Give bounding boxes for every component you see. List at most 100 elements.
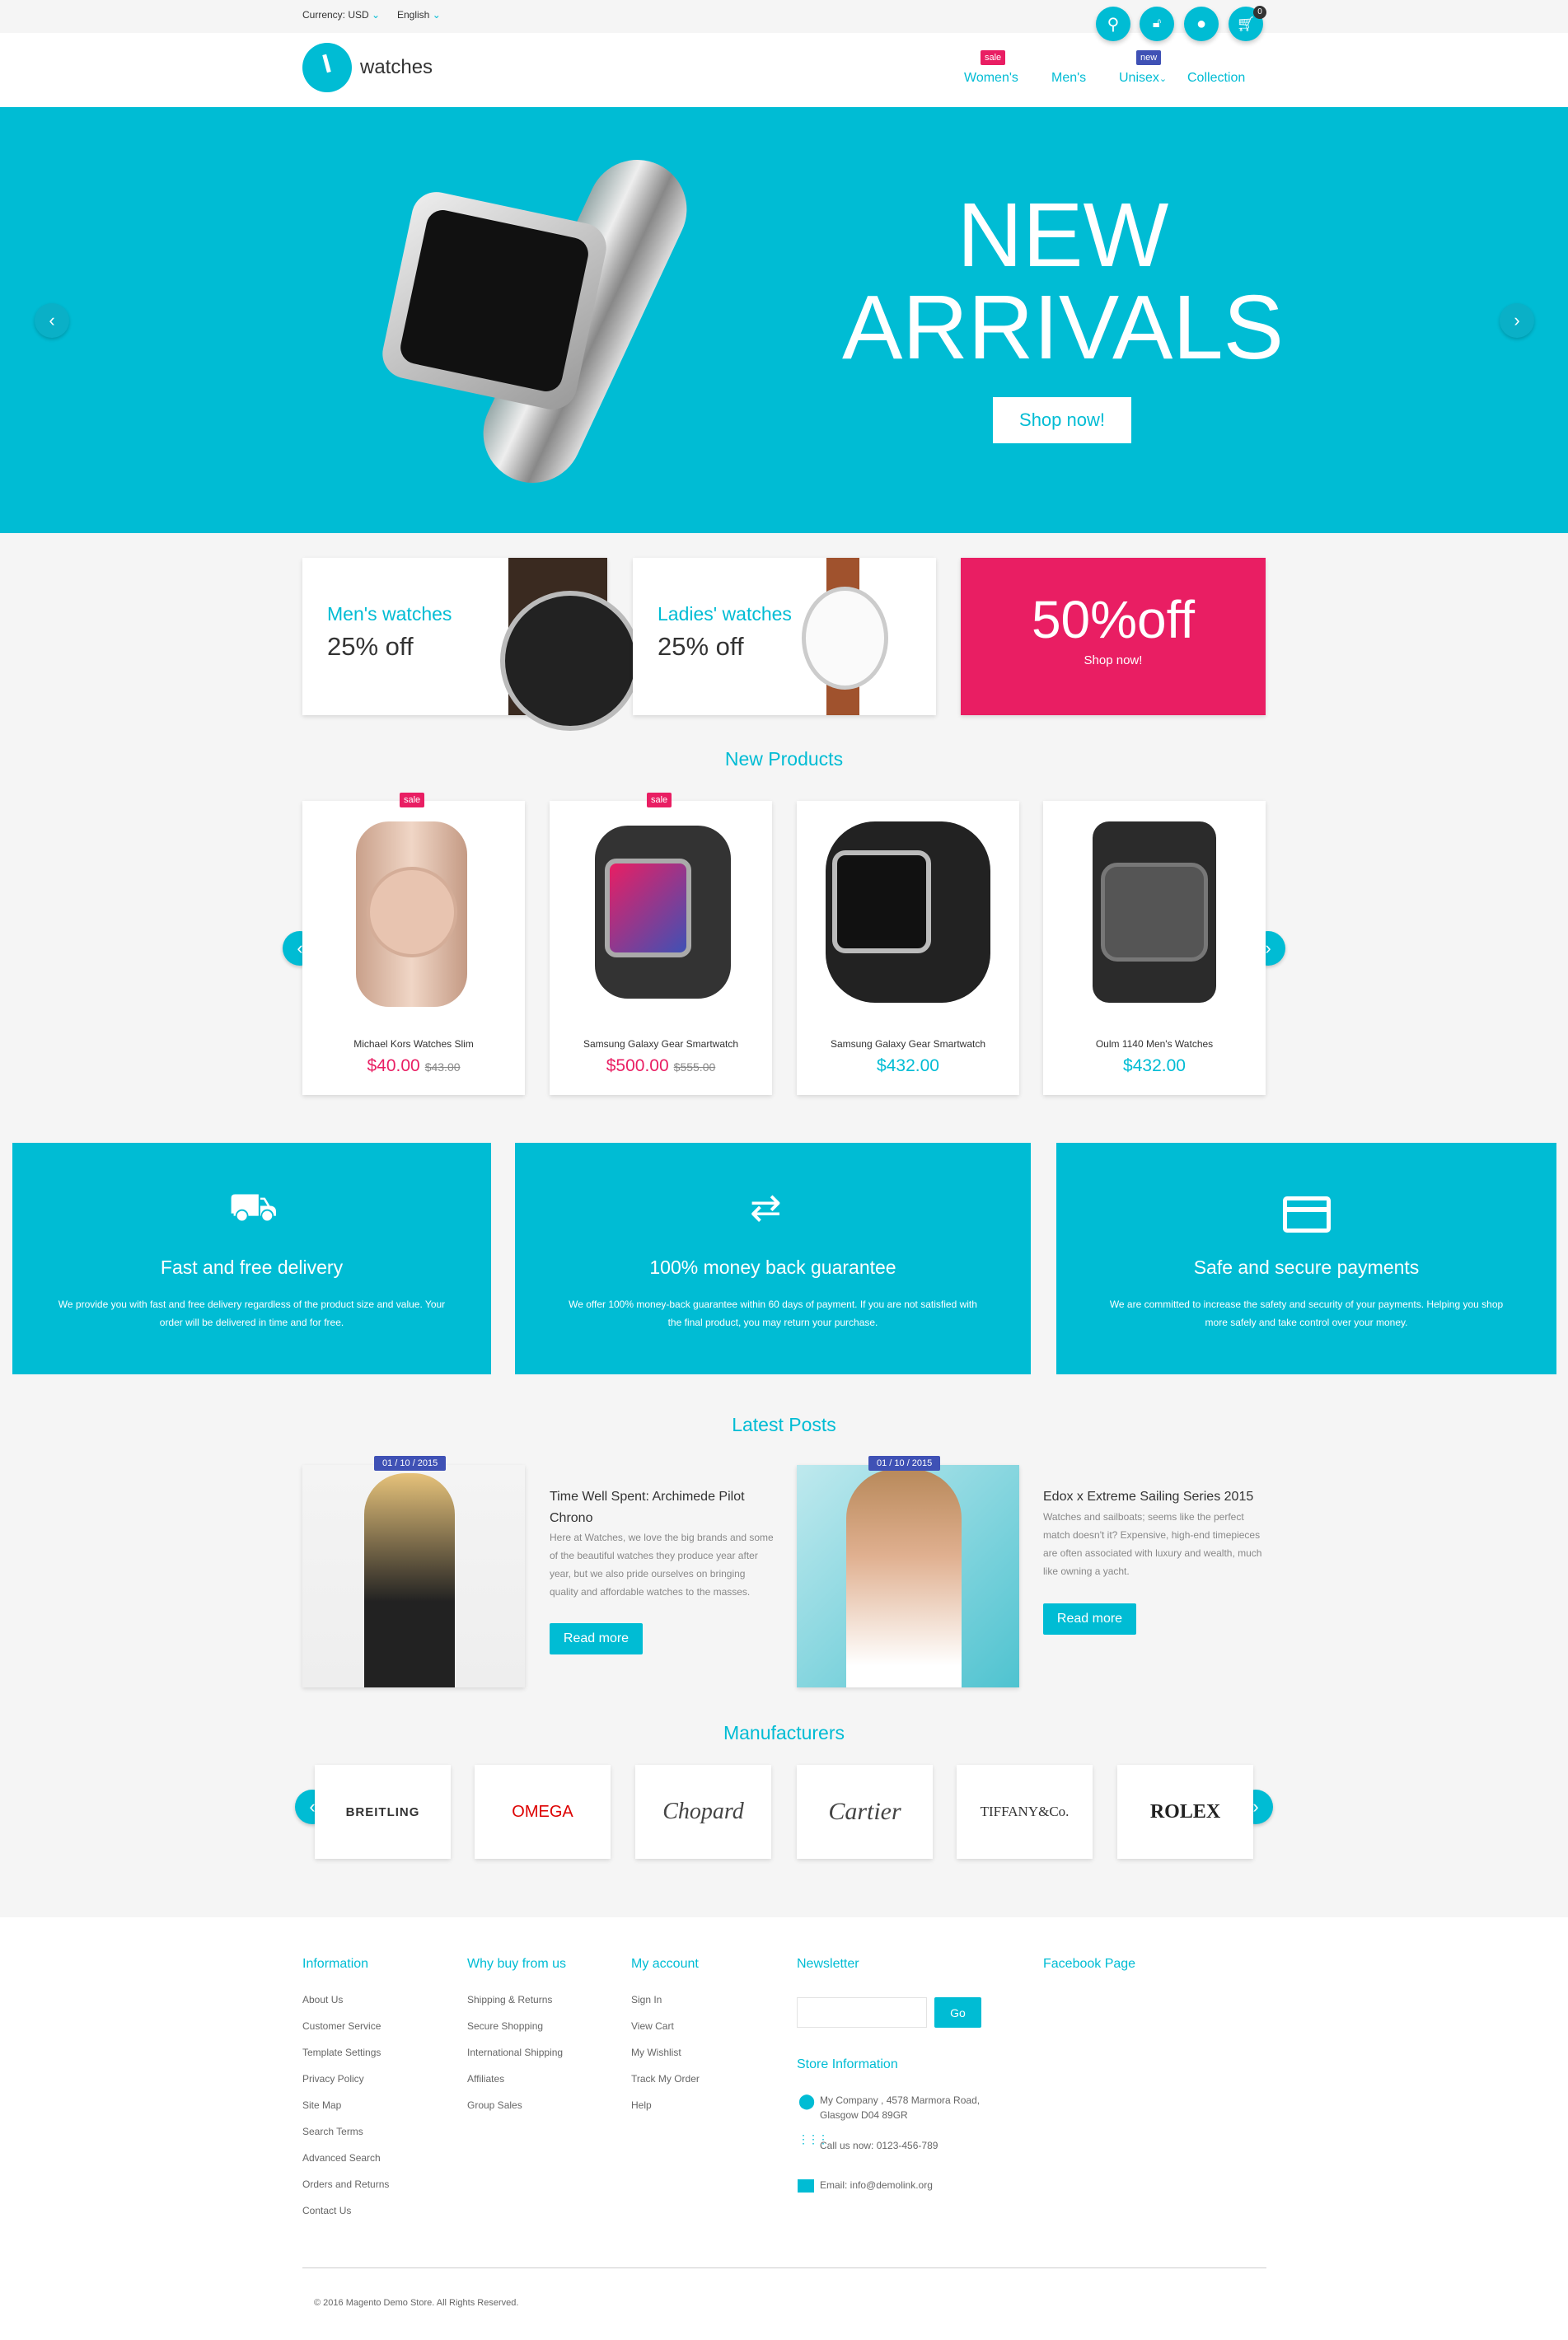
hero-line-1: NEW xyxy=(957,185,1169,286)
brand-name: Chopard xyxy=(662,1799,744,1824)
promo-sale[interactable]: 50%off Shop now! xyxy=(961,558,1266,715)
promo-sub: 25% off xyxy=(327,632,414,661)
logo-icon[interactable] xyxy=(302,43,352,92)
footer-link[interactable]: Site Map xyxy=(302,2099,389,2126)
footer-link[interactable]: Shipping & Returns xyxy=(467,1994,563,2020)
search-button[interactable]: ⚲ xyxy=(1096,7,1130,41)
brand-name: TIFFANY&Co. xyxy=(980,1804,1070,1819)
shop-now-button[interactable]: Shop now! xyxy=(993,397,1131,443)
hero-prev-arrow[interactable]: ‹ xyxy=(35,303,69,338)
product-card[interactable]: sale Samsung Galaxy Gear Smartwatch $500… xyxy=(550,793,772,1095)
footer-link[interactable]: Search Terms xyxy=(302,2126,389,2152)
store-phone: Call us now: 0123-456-789 xyxy=(820,2140,938,2151)
footer-link[interactable]: Contact Us xyxy=(302,2205,389,2231)
product-price: $432.00 xyxy=(1123,1056,1186,1075)
logo-text[interactable]: watches xyxy=(360,56,433,79)
promo-ladies[interactable]: Ladies' watches 25% off xyxy=(633,558,936,715)
footer-link[interactable]: My Wishlist xyxy=(631,2047,700,2073)
footer-link[interactable]: Group Sales xyxy=(467,2099,563,2126)
footer-divider xyxy=(302,2267,1266,2268)
product-price: $40.00 $43.00 xyxy=(302,1056,525,1076)
footer-link[interactable]: Sign In xyxy=(631,1994,700,2020)
brand-logo[interactable]: Cartier xyxy=(797,1765,933,1859)
footer-link[interactable]: Template Settings xyxy=(302,2047,389,2073)
brand-logo[interactable]: BREITLING xyxy=(315,1765,451,1859)
promo-sale-sub: Shop now! xyxy=(1084,653,1143,667)
footer-heading: My account xyxy=(631,1957,699,1971)
product-name[interactable]: Michael Kors Watches Slim xyxy=(302,1038,525,1050)
product-price: $500.00 $555.00 xyxy=(550,1056,772,1076)
promo-title: Men's watches xyxy=(327,603,452,625)
newsletter-go-button[interactable]: Go xyxy=(934,1997,981,2028)
footer-link[interactable]: About Us xyxy=(302,1994,389,2020)
nav-unisex[interactable]: Unisex⌄ xyxy=(1119,71,1167,86)
footer-link[interactable]: Advanced Search xyxy=(302,2152,389,2179)
hero-line-2: ARRIVALS xyxy=(842,277,1284,378)
mens-watch-image xyxy=(500,558,640,731)
footer-heading: Facebook Page xyxy=(1043,1957,1136,1971)
currency-switcher[interactable]: Currency: USD ⌄ xyxy=(302,9,380,21)
post-image[interactable] xyxy=(797,1465,1019,1687)
brand-name: BREITLING xyxy=(345,1804,420,1819)
post-text: Watches and sailboats; seems like the pe… xyxy=(1043,1511,1262,1577)
post-title[interactable]: Time Well Spent: Archimede Pilot Chrono xyxy=(550,1486,776,1529)
footer-link[interactable]: Help xyxy=(631,2099,700,2126)
manufacturers-title: Manufacturers xyxy=(723,1722,845,1743)
feature-payments: Safe and secure payments We are committe… xyxy=(1056,1143,1556,1374)
brand-name: ROLEX xyxy=(1149,1800,1221,1823)
product-price: $432.00 xyxy=(877,1056,939,1075)
footer: Information About Us Customer Service Te… xyxy=(0,1917,1568,2340)
product-name[interactable]: Oulm 1140 Men's Watches xyxy=(1043,1038,1266,1050)
footer-link[interactable]: View Cart xyxy=(631,2020,700,2047)
product-card[interactable]: Oulm 1140 Men's Watches $432.00 xyxy=(1043,801,1266,1095)
nav-collection[interactable]: Collection xyxy=(1187,71,1245,86)
footer-heading: Newsletter xyxy=(797,1957,859,1971)
read-more-button[interactable]: Read more xyxy=(550,1623,643,1654)
hero-slider: ‹ › NEW ARRIVALS Shop now! xyxy=(0,107,1568,533)
hero-next-arrow[interactable]: › xyxy=(1500,303,1534,338)
product-name[interactable]: Samsung Galaxy Gear Smartwatch xyxy=(550,1038,772,1050)
feature-text: We provide you with fast and free delive… xyxy=(58,1299,446,1328)
footer-link[interactable]: Orders and Returns xyxy=(302,2179,389,2205)
brand-logo[interactable]: TIFFANY&Co. xyxy=(957,1765,1093,1859)
hero-watch-image xyxy=(377,143,717,499)
brand-logo[interactable]: ROLEX xyxy=(1117,1765,1253,1859)
product-card[interactable]: Samsung Galaxy Gear Smartwatch $432.00 xyxy=(797,801,1019,1095)
language-switcher[interactable]: English ⌄ xyxy=(397,9,441,21)
footer-link[interactable]: Customer Service xyxy=(302,2020,389,2047)
brand-logo[interactable]: Chopard xyxy=(635,1765,771,1859)
sale-badge: sale xyxy=(647,793,672,807)
old-price: $555.00 xyxy=(673,1060,716,1074)
product-card[interactable]: sale Michael Kors Watches Slim $40.00 $43… xyxy=(302,793,525,1095)
account-button[interactable]: ● xyxy=(1184,7,1219,41)
newsletter-email-input[interactable] xyxy=(797,1997,927,2028)
footer-link[interactable]: Track My Order xyxy=(631,2073,700,2099)
sale-price: $40.00 xyxy=(367,1056,420,1075)
read-more-button[interactable]: Read more xyxy=(1043,1603,1136,1635)
post-image[interactable] xyxy=(302,1465,525,1687)
sale-price: $500.00 xyxy=(606,1056,669,1075)
cart-icon: 🛒︎ xyxy=(1236,15,1256,32)
login-button[interactable]: 🔓︎ xyxy=(1140,7,1174,41)
promo-mens[interactable]: Men's watches 25% off xyxy=(302,558,640,731)
feature-delivery: ⛟ Fast and free delivery We provide you … xyxy=(12,1143,491,1374)
footer-link[interactable]: Secure Shopping xyxy=(467,2020,563,2047)
nav-womens[interactable]: Women's xyxy=(964,71,1018,86)
location-pin-icon: ⬤ xyxy=(798,2093,816,2109)
nav-mens[interactable]: Men's xyxy=(1051,71,1086,86)
product-image xyxy=(595,826,731,999)
hero-heading: NEW ARRIVALS xyxy=(824,190,1302,374)
product-name[interactable]: Samsung Galaxy Gear Smartwatch xyxy=(797,1038,1019,1050)
store-email[interactable]: Email: info@demolink.org xyxy=(820,2179,933,2191)
search-icon: ⚲ xyxy=(1107,15,1120,34)
product-image xyxy=(1093,821,1216,1003)
new-products-title: New Products xyxy=(724,748,844,770)
feature-title: 100% money back guarantee xyxy=(649,1257,896,1278)
brand-logo[interactable]: OMEGA xyxy=(475,1765,611,1859)
post-title[interactable]: Edox x Extreme Sailing Series 2015 xyxy=(1043,1486,1270,1508)
latest-posts-title: Latest Posts xyxy=(732,1414,836,1435)
footer-link[interactable]: International Shipping xyxy=(467,2047,563,2073)
footer-link[interactable]: Privacy Policy xyxy=(302,2073,389,2099)
footer-link[interactable]: Affiliates xyxy=(467,2073,563,2099)
promo-sale-title: 50%off xyxy=(1031,590,1196,649)
